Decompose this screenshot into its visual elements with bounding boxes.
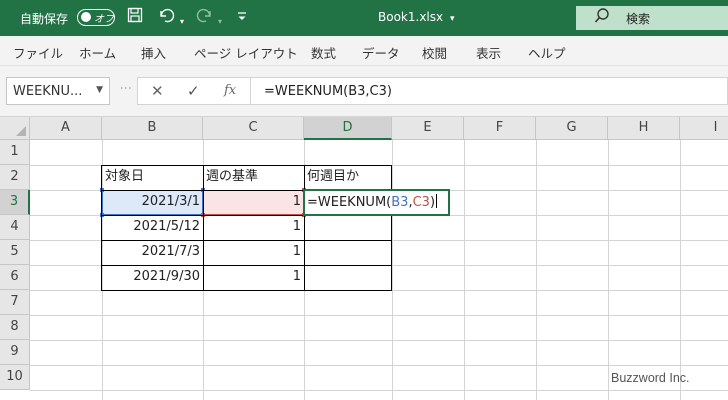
cell-b3[interactable]: 2021/3/1 bbox=[102, 190, 203, 215]
column-header-i[interactable]: I bbox=[680, 117, 728, 140]
column-header-c[interactable]: C bbox=[203, 117, 304, 140]
gridline bbox=[680, 140, 681, 400]
ribbon-tabs: ファイル ホーム 挿入 ページ レイアウト 数式 データ 校閲 表示 ヘルプ bbox=[0, 36, 728, 66]
toggle-label: オフ bbox=[94, 14, 114, 25]
row-header-8[interactable]: 8 bbox=[0, 315, 30, 340]
row-header-2[interactable]: 2 bbox=[0, 165, 30, 190]
column-header-a[interactable]: A bbox=[30, 117, 102, 140]
cell-c6[interactable]: 1 bbox=[203, 265, 304, 290]
cell-b6[interactable]: 2021/9/30 bbox=[102, 265, 203, 290]
search-icon bbox=[594, 7, 610, 29]
tab-home[interactable]: ホーム bbox=[79, 43, 116, 62]
customize-qat-icon[interactable] bbox=[237, 9, 247, 30]
row-header-5[interactable]: 5 bbox=[0, 240, 30, 265]
file-name-text: Book1.xlsx bbox=[378, 10, 444, 24]
formula-ref-c3: C3 bbox=[412, 195, 430, 210]
cell-d4[interactable] bbox=[304, 215, 392, 240]
gridline bbox=[536, 140, 537, 400]
toggle-knob bbox=[81, 12, 91, 22]
cell-c5[interactable]: 1 bbox=[203, 240, 304, 265]
enter-icon[interactable]: ✓ bbox=[187, 82, 200, 100]
redo-dropdown-icon[interactable]: ▾ bbox=[218, 12, 222, 32]
tab-view[interactable]: 表示 bbox=[476, 43, 501, 62]
cell-b2[interactable]: 対象日 bbox=[102, 165, 203, 190]
cell-c4[interactable]: 1 bbox=[203, 215, 304, 240]
column-header-b[interactable]: B bbox=[102, 117, 203, 140]
file-name[interactable]: Book1.xlsx ▾ bbox=[378, 10, 454, 24]
search-box[interactable]: 検索 bbox=[576, 6, 728, 30]
tab-formulas[interactable]: 数式 bbox=[311, 43, 336, 62]
undo-icon[interactable] bbox=[157, 7, 175, 28]
tab-review[interactable]: 校閲 bbox=[422, 43, 447, 62]
row-header-1[interactable]: 1 bbox=[0, 140, 30, 165]
cell-d3-formula: =WEEKNUM(B3,C3) bbox=[307, 194, 438, 210]
gridline bbox=[392, 140, 393, 400]
formula-close-paren: ) bbox=[429, 195, 436, 210]
gridline bbox=[30, 315, 728, 316]
row-header-9[interactable]: 9 bbox=[0, 340, 30, 365]
watermark: Buzzword Inc. bbox=[611, 371, 690, 385]
formula-text: =WEEKNUM(B3,C3) bbox=[264, 84, 392, 99]
autosave-label: 自動保存 bbox=[20, 12, 69, 26]
text-cursor bbox=[436, 194, 438, 208]
cell-d5[interactable] bbox=[304, 240, 392, 265]
cell-d3-editor[interactable]: =WEEKNUM(B3,C3) bbox=[303, 189, 450, 216]
row-header-7[interactable]: 7 bbox=[0, 290, 30, 315]
column-header-e[interactable]: E bbox=[392, 117, 464, 140]
name-box-text: WEEKNU... bbox=[13, 84, 83, 99]
name-box[interactable]: WEEKNU... ▼ bbox=[6, 77, 110, 105]
tab-insert[interactable]: 挿入 bbox=[141, 43, 166, 62]
name-box-dropdown-icon[interactable]: ▼ bbox=[96, 85, 103, 95]
column-header-g[interactable]: G bbox=[536, 117, 608, 140]
formula-bar-grip-icon[interactable]: ⋮ bbox=[119, 82, 133, 93]
search-label: 検索 bbox=[626, 12, 651, 26]
cell-b4[interactable]: 2021/5/12 bbox=[102, 215, 203, 240]
tab-help[interactable]: ヘルプ bbox=[528, 43, 566, 62]
formula-input[interactable]: =WEEKNUM(B3,C3) bbox=[251, 77, 728, 105]
cell-b5[interactable]: 2021/7/3 bbox=[102, 240, 203, 265]
formula-function: =WEEKNUM( bbox=[307, 195, 392, 210]
gridline bbox=[30, 340, 728, 341]
tab-page-layout[interactable]: ページ レイアウト bbox=[194, 43, 298, 62]
worksheet-grid[interactable]: A B C D E F G H I 1 2 3 4 5 6 7 8 9 10 対… bbox=[0, 117, 728, 400]
file-name-caret-icon: ▾ bbox=[449, 14, 455, 24]
title-bar: 自動保存 オフ ▾ ▾ Book1.xlsx ▾ 検索 bbox=[0, 0, 728, 36]
tab-file[interactable]: ファイル bbox=[13, 43, 63, 62]
tab-data[interactable]: データ bbox=[362, 43, 400, 62]
row-header-3[interactable]: 3 bbox=[0, 190, 30, 215]
select-all-button[interactable] bbox=[0, 117, 30, 140]
formula-ref-b3: B3 bbox=[391, 195, 409, 210]
autosave-toggle[interactable]: オフ bbox=[77, 9, 115, 26]
cancel-icon[interactable]: ✕ bbox=[151, 82, 164, 100]
cell-c3[interactable]: 1 bbox=[203, 190, 304, 215]
column-header-h[interactable]: H bbox=[608, 117, 680, 140]
cell-d6[interactable] bbox=[304, 265, 392, 290]
undo-dropdown-icon[interactable]: ▾ bbox=[180, 12, 184, 32]
row-header-10[interactable]: 10 bbox=[0, 365, 30, 390]
cell-c2[interactable]: 週の基準 bbox=[203, 165, 304, 190]
insert-function-icon[interactable]: fx bbox=[224, 83, 236, 98]
row-header-6[interactable]: 6 bbox=[0, 265, 30, 290]
gridline bbox=[30, 390, 728, 391]
row-header-4[interactable]: 4 bbox=[0, 215, 30, 240]
column-header-d[interactable]: D bbox=[304, 117, 392, 140]
gridline bbox=[464, 140, 465, 400]
formula-buttons: ✕ ✓ fx bbox=[137, 77, 251, 105]
cell-d2[interactable]: 何週目か bbox=[304, 165, 392, 190]
formula-bar: WEEKNU... ▼ ⋮ ✕ ✓ fx =WEEKNUM(B3,C3) bbox=[0, 66, 728, 117]
gridline bbox=[608, 140, 609, 400]
save-icon[interactable] bbox=[127, 7, 143, 28]
gridline bbox=[30, 365, 728, 366]
redo-icon[interactable] bbox=[196, 7, 214, 28]
column-header-f[interactable]: F bbox=[464, 117, 536, 140]
